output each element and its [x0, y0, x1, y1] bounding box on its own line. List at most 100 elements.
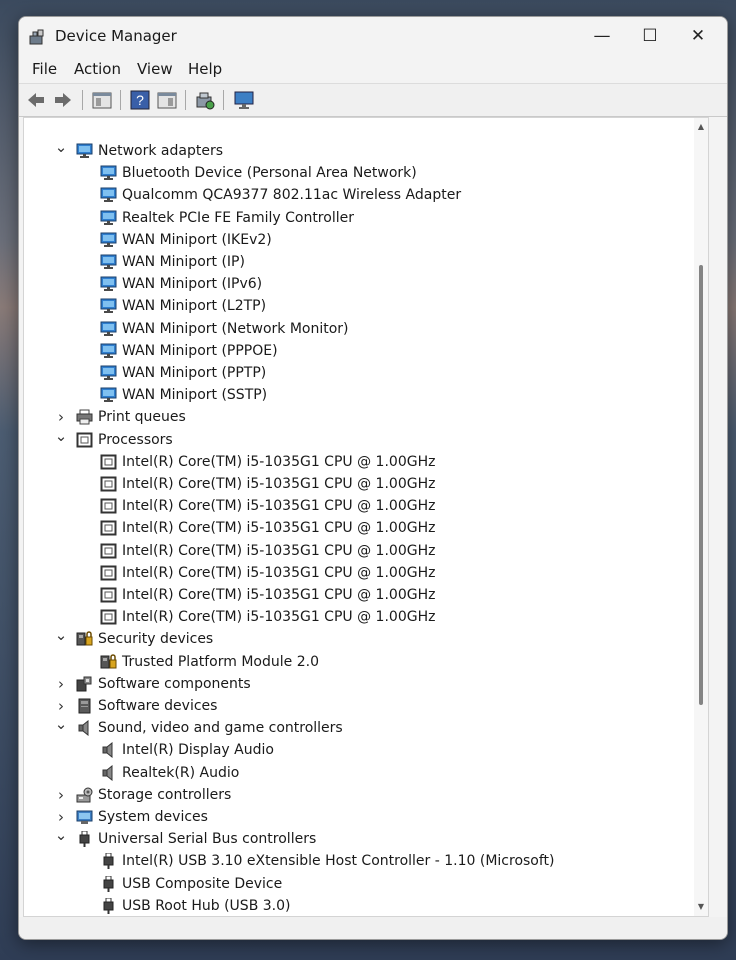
tree-device[interactable]: WAN Miniport (IP) — [24, 251, 692, 273]
tree-category[interactable]: › Software devices — [24, 695, 692, 717]
tree-device[interactable]: Intel(R) Core(TM) i5-1035G1 CPU @ 1.00GH… — [24, 540, 692, 562]
maximize-button[interactable]: ☐ — [627, 21, 673, 51]
tree-device[interactable]: Intel(R) USB 3.10 eXtensible Host Contro… — [24, 850, 692, 872]
vertical-scrollbar[interactable]: ▲ ▼ — [694, 118, 708, 916]
tree-category[interactable]: ⌄ Universal Serial Bus controllers — [24, 828, 692, 850]
toolbar-separator — [120, 90, 121, 110]
chevron-down-icon[interactable]: ⌄ — [54, 140, 68, 155]
tree-category[interactable]: ⌄ Network adapters — [24, 140, 692, 162]
tree-category[interactable]: › Print queues — [24, 406, 692, 428]
tree-item-label: WAN Miniport (L2TP) — [122, 298, 267, 315]
chevron-right-icon[interactable]: › — [54, 784, 68, 806]
tree-item-label: Qualcomm QCA9377 802.11ac Wireless Adapt… — [122, 187, 462, 204]
tree-item-label: Intel(R) USB 3.10 eXtensible Host Contro… — [122, 853, 555, 870]
tree-category[interactable]: ⌄ Processors — [24, 428, 692, 451]
chevron-right-icon[interactable]: › — [54, 695, 68, 717]
tree-item-label: Intel(R) Core(TM) i5-1035G1 CPU @ 1.00GH… — [122, 564, 436, 581]
tree-item-label: WAN Miniport (PPPOE) — [122, 342, 278, 359]
tree-device[interactable]: Bluetooth Device (Personal Area Network) — [24, 162, 692, 184]
tree-item-label: WAN Miniport (IPv6) — [122, 276, 263, 293]
menu-bar: File Action View Help — [19, 55, 727, 83]
tree-device[interactable]: WAN Miniport (PPPOE) — [24, 340, 692, 362]
tree-device[interactable]: Intel(R) Core(TM) i5-1035G1 CPU @ 1.00GH… — [24, 562, 692, 584]
processor-icon — [100, 498, 117, 514]
tree-device[interactable]: WAN Miniport (IPv6) — [24, 273, 692, 295]
tree-device[interactable]: Intel(R) Core(TM) i5-1035G1 CPU @ 1.00GH… — [24, 473, 692, 495]
show-hidden-icon[interactable] — [156, 89, 178, 111]
storage-icon — [76, 787, 93, 803]
network-icon — [100, 254, 117, 270]
help-icon[interactable]: ? — [129, 89, 151, 111]
device-tree[interactable]: USB Root Hub (USB 3.0) USB Composite Devi… — [23, 117, 709, 917]
network-icon — [100, 232, 117, 248]
tree-device[interactable]: WAN Miniport (SSTP) — [24, 384, 692, 406]
tree-device[interactable]: Intel(R) Core(TM) i5-1035G1 CPU @ 1.00GH… — [24, 606, 692, 628]
title-bar[interactable]: Device Manager — ☐ ✕ — [19, 17, 727, 55]
tree-item-label: Intel(R) Core(TM) i5-1035G1 CPU @ 1.00GH… — [122, 453, 436, 470]
tree-category[interactable]: ⌄ Sound, video and game controllers — [24, 717, 692, 739]
tree-item-label: Realtek(R) Audio — [122, 764, 240, 781]
tree-item-label: WAN Miniport (IP) — [122, 254, 245, 270]
chevron-right-icon[interactable]: › — [54, 806, 68, 828]
tree-device[interactable]: Realtek(R) Audio — [24, 762, 692, 784]
tree-device[interactable]: Intel(R) Display Audio — [24, 739, 692, 761]
forward-arrow-icon[interactable] — [52, 89, 74, 111]
update-driver-icon[interactable] — [194, 89, 216, 111]
processor-icon — [76, 432, 93, 448]
tree-device[interactable]: Intel(R) Core(TM) i5-1035G1 CPU @ 1.00GH… — [24, 517, 692, 539]
printer-icon — [76, 409, 93, 425]
processor-icon — [100, 609, 117, 625]
security-icon — [100, 653, 117, 670]
tree-device[interactable]: Intel(R) Core(TM) i5-1035G1 CPU @ 1.00GH… — [24, 451, 692, 473]
tree-item-label: Processors — [98, 431, 173, 448]
tree-device[interactable]: USB Composite Device — [24, 873, 692, 895]
tree-device[interactable]: Trusted Platform Module 2.0 — [24, 651, 692, 673]
device-manager-app-icon — [28, 28, 46, 50]
tree-category[interactable]: › System devices — [24, 806, 692, 828]
back-arrow-icon[interactable] — [25, 89, 47, 111]
menu-help[interactable]: Help — [188, 60, 222, 78]
tree-category[interactable]: › Software components — [24, 673, 692, 695]
tree-device[interactable]: Intel(R) Core(TM) i5-1035G1 CPU @ 1.00GH… — [24, 584, 692, 606]
tree-category[interactable]: › Storage controllers — [24, 784, 692, 806]
tree-item-label: USB Composite Device — [122, 875, 283, 892]
menu-view[interactable]: View — [137, 60, 173, 78]
scrollbar-thumb[interactable] — [699, 264, 703, 705]
usb-icon — [100, 897, 117, 914]
tree-item-label: Bluetooth Device (Personal Area Network) — [122, 165, 417, 182]
close-button[interactable]: ✕ — [675, 21, 721, 51]
chevron-right-icon[interactable]: › — [54, 673, 68, 695]
tree-item-label: Intel(R) Core(TM) i5-1035G1 CPU @ 1.00GH… — [122, 587, 436, 603]
tree-device[interactable]: WAN Miniport (PPTP) — [24, 362, 692, 384]
usb-icon — [100, 852, 117, 870]
processor-icon — [100, 565, 117, 581]
chevron-down-icon[interactable]: ⌄ — [54, 717, 68, 732]
toolbar: ? — [19, 83, 727, 117]
minimize-button[interactable]: — — [579, 21, 625, 51]
tree-device[interactable]: Realtek PCIe FE Family Controller — [24, 207, 692, 229]
tree-item-label: Network adapters — [98, 143, 223, 159]
tree-item-label: Universal Serial Bus controllers — [98, 831, 317, 848]
system-icon — [76, 809, 93, 825]
tree-device[interactable]: Intel(R) Core(TM) i5-1035G1 CPU @ 1.00GH… — [24, 495, 692, 517]
chevron-down-icon[interactable]: ⌄ — [54, 428, 68, 443]
tree-category[interactable]: ⌄ Security devices — [24, 628, 692, 650]
network-icon — [100, 187, 117, 203]
scroll-up-arrow-icon[interactable]: ▲ — [694, 120, 708, 134]
tree-device[interactable]: Qualcomm QCA9377 802.11ac Wireless Adapt… — [24, 184, 692, 206]
network-icon — [100, 276, 117, 292]
chevron-right-icon[interactable]: › — [54, 406, 68, 428]
tree-device[interactable]: USB Root Hub (USB 3.0) — [24, 895, 692, 917]
menu-file[interactable]: File — [32, 60, 57, 78]
tree-device[interactable]: WAN Miniport (Network Monitor) — [24, 318, 692, 340]
network-icon — [100, 387, 117, 403]
chevron-down-icon[interactable]: ⌄ — [54, 628, 68, 643]
properties-icon[interactable] — [91, 89, 113, 111]
chevron-down-icon[interactable]: ⌄ — [54, 828, 68, 843]
tree-device[interactable]: WAN Miniport (IKEv2) — [24, 229, 692, 251]
menu-action[interactable]: Action — [74, 60, 121, 78]
monitor-icon[interactable] — [233, 89, 255, 111]
network-icon — [76, 143, 93, 159]
scroll-down-arrow-icon[interactable]: ▼ — [694, 900, 708, 914]
tree-device[interactable]: WAN Miniport (L2TP) — [24, 295, 692, 317]
